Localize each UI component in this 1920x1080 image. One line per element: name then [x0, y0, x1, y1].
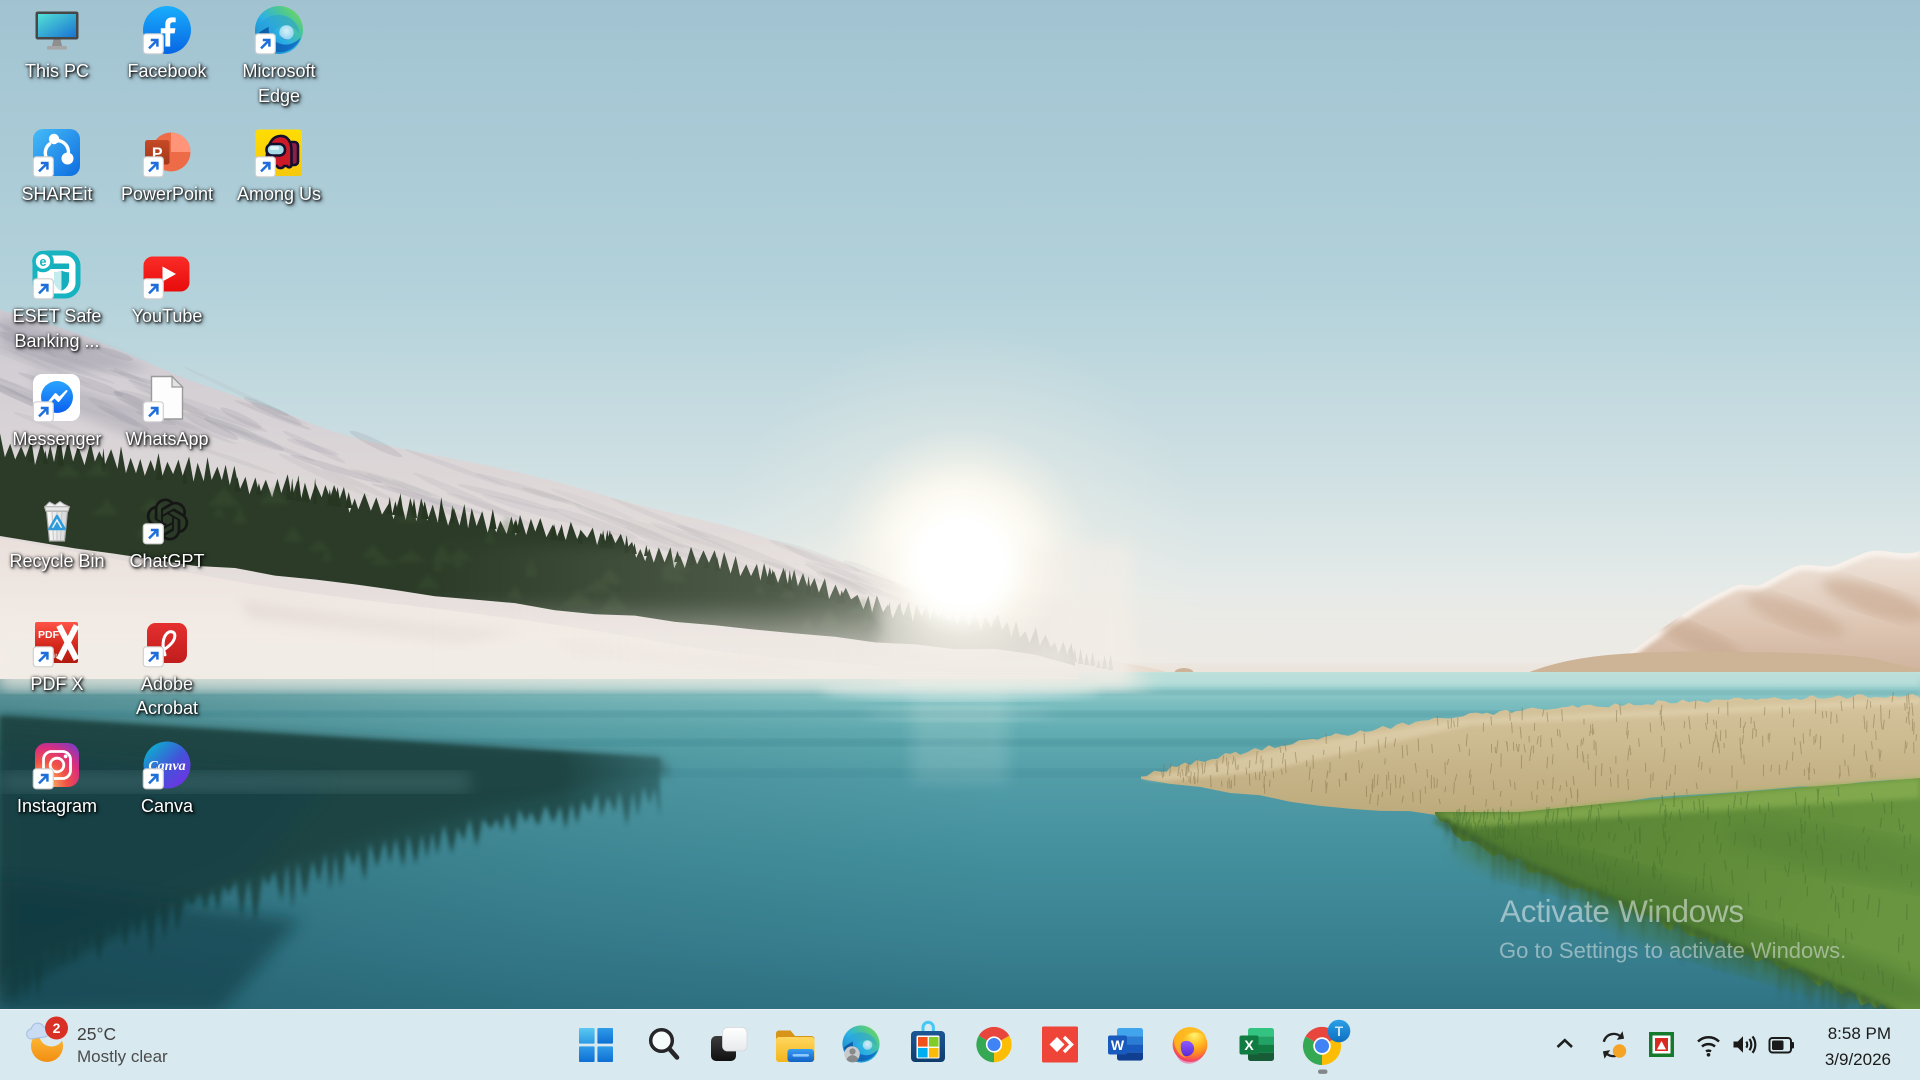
svg-text:2: 2: [53, 1020, 61, 1036]
svg-text:PDF: PDF: [38, 629, 60, 641]
svg-text:T: T: [1335, 1024, 1344, 1039]
svg-text:e: e: [40, 255, 47, 269]
svg-text:X: X: [1244, 1037, 1254, 1053]
svg-text:W: W: [1111, 1037, 1125, 1053]
